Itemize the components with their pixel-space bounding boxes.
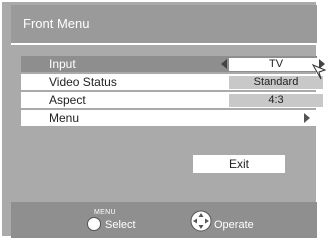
menu-button-icon xyxy=(87,217,101,231)
menu-row-label: Input xyxy=(49,57,76,71)
front-menu-panel: Front Menu Input TV Video Status Standar… xyxy=(2,2,325,238)
menu-row-menu[interactable]: Menu xyxy=(21,110,317,126)
title-divider xyxy=(11,43,317,45)
input-value: TV xyxy=(229,58,323,71)
pointer-cursor-icon xyxy=(312,64,326,80)
menu-list: Input TV Video Status Standard Aspect 4:… xyxy=(21,56,325,128)
joystick-icon xyxy=(190,210,212,232)
menu-row-label: Aspect xyxy=(49,93,86,107)
submenu-arrow-icon xyxy=(304,113,310,123)
menu-row-video-status[interactable]: Video Status Standard xyxy=(21,74,323,90)
menu-row-label: Video Status xyxy=(49,75,117,89)
menu-row-label: Menu xyxy=(49,111,80,125)
triangle-left-icon[interactable] xyxy=(221,59,227,69)
menu-row-aspect[interactable]: Aspect 4:3 xyxy=(21,92,323,108)
select-label: Select xyxy=(105,219,136,231)
aspect-value: 4:3 xyxy=(229,94,323,107)
video-status-value: Standard xyxy=(229,76,323,89)
menu-caption: MENU xyxy=(94,209,116,216)
footer-hints: MENU Select Operate xyxy=(11,202,317,238)
operate-label: Operate xyxy=(214,219,254,231)
menu-title: Front Menu xyxy=(11,5,317,43)
exit-button[interactable]: Exit xyxy=(193,155,285,173)
menu-row-input[interactable]: Input TV xyxy=(21,56,325,72)
